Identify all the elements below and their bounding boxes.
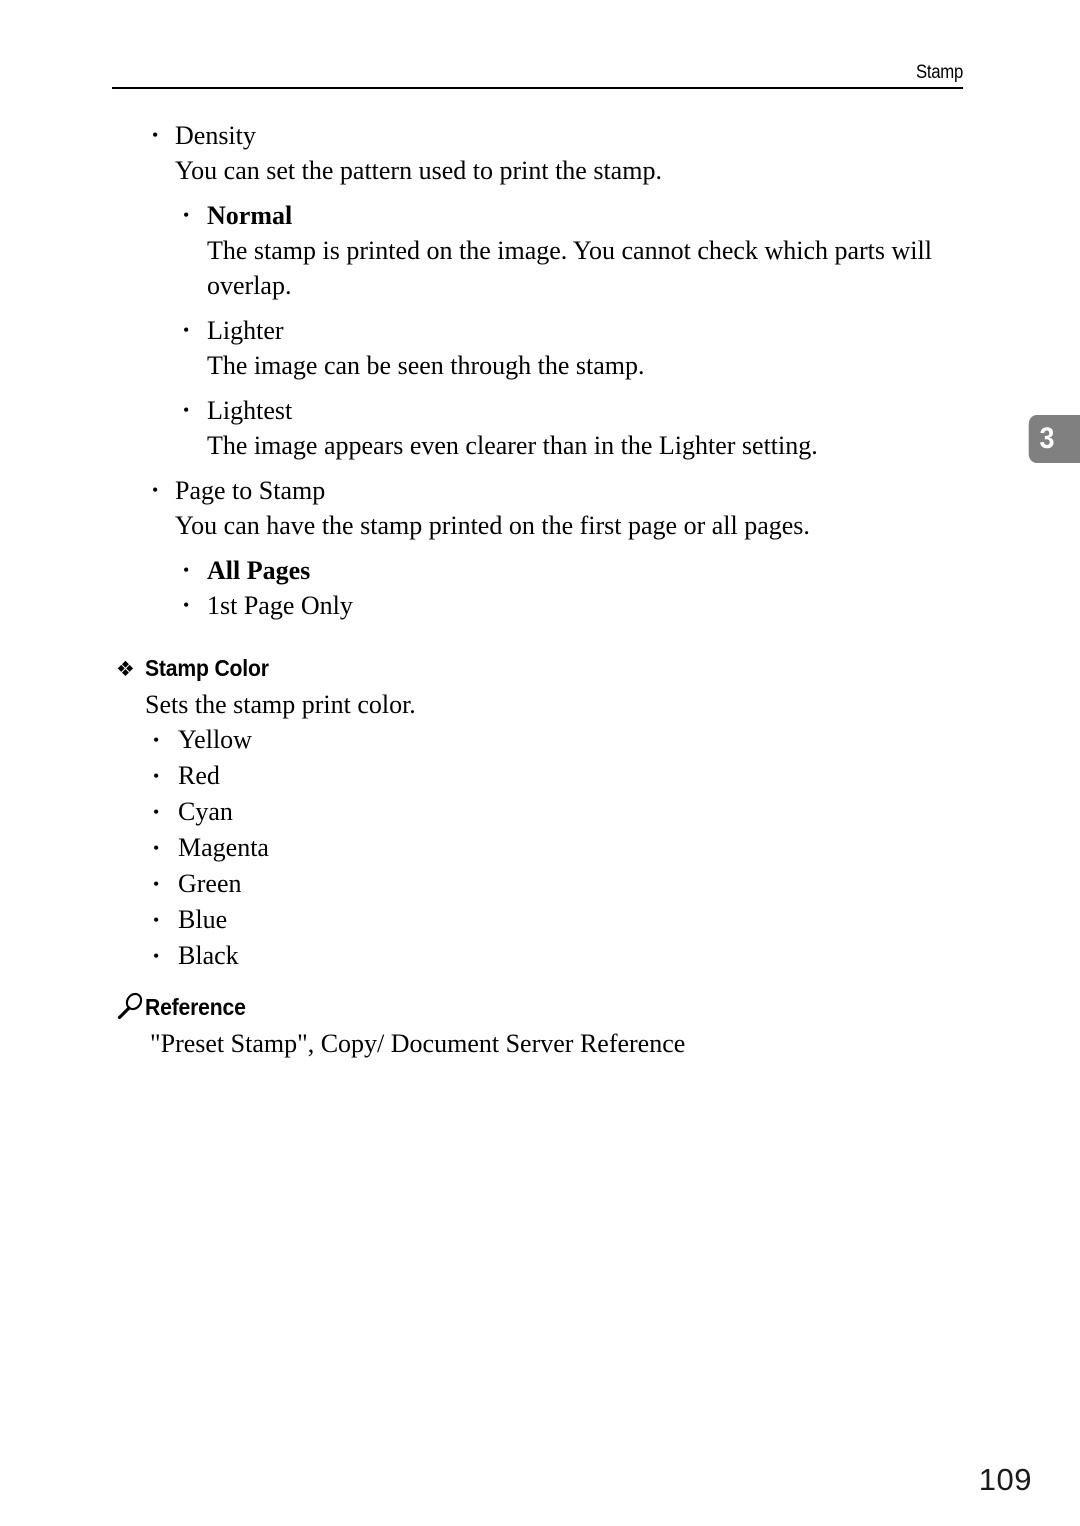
bullet-icon: • xyxy=(183,320,190,340)
bullet-icon: • xyxy=(153,802,160,822)
bullet-icon: • xyxy=(153,766,160,786)
stamp-color-heading: Stamp Color xyxy=(145,655,269,681)
color-label: Cyan xyxy=(178,797,233,826)
bullet-icon: • xyxy=(153,874,160,894)
list-item-all-pages: • All Pages xyxy=(112,553,972,588)
magnifier-icon xyxy=(115,992,145,1022)
density-description: You can set the pattern used to print th… xyxy=(175,156,662,185)
list-item-color: • Black xyxy=(112,938,972,974)
bullet-icon: • xyxy=(183,560,190,580)
reference-heading: Reference xyxy=(112,992,972,1026)
bullet-icon: • xyxy=(183,595,190,615)
all-pages-label: All Pages xyxy=(207,556,311,585)
list-item-color: • Blue xyxy=(112,902,972,938)
list-item-lighter: • Lighter xyxy=(112,313,972,348)
page-number: 109 xyxy=(978,1462,1032,1497)
page-to-stamp-description: You can have the stamp printed on the fi… xyxy=(175,511,810,540)
list-item-color: • Magenta xyxy=(112,830,972,866)
lightest-description: The image appears even clearer than in t… xyxy=(207,431,818,460)
page-content: • Density You can set the pattern used t… xyxy=(112,118,972,1061)
list-item-lightest: • Lightest xyxy=(112,393,972,428)
color-label: Green xyxy=(178,869,242,898)
color-label: Black xyxy=(178,941,239,970)
list-item-color: • Cyan xyxy=(112,794,972,830)
bullet-icon: • xyxy=(153,910,160,930)
page-to-stamp-label: Page to Stamp xyxy=(175,476,326,505)
list-item-density: • Density xyxy=(112,118,972,153)
first-page-only-label: 1st Page Only xyxy=(207,591,353,620)
chapter-tab-marker: 3 xyxy=(1028,415,1080,463)
list-item-color: • Yellow xyxy=(112,722,972,758)
bullet-icon: • xyxy=(153,730,160,750)
bullet-icon: • xyxy=(152,480,159,500)
header-divider-rule xyxy=(112,87,963,89)
color-label: Red xyxy=(178,761,220,790)
lighter-label: Lighter xyxy=(207,316,284,345)
lighter-description: The image can be seen through the stamp. xyxy=(207,351,645,380)
header-title: Stamp xyxy=(915,62,963,83)
bullet-icon: • xyxy=(183,205,190,225)
list-item-normal: • Normal xyxy=(112,198,972,233)
list-item-color: • Red xyxy=(112,758,972,794)
bullet-icon: • xyxy=(183,400,190,420)
document-page: Stamp 3 • Density You can set the patter… xyxy=(0,0,1080,1526)
bullet-icon: • xyxy=(153,838,160,858)
bullet-icon: • xyxy=(152,125,159,145)
color-label: Magenta xyxy=(178,833,269,862)
list-item-1st-page-only: • 1st Page Only xyxy=(112,588,972,623)
list-item-color: • Green xyxy=(112,866,972,902)
bullet-icon: • xyxy=(153,946,160,966)
reference-text: "Preset Stamp", Copy/ Document Server Re… xyxy=(150,1029,686,1058)
color-label: Blue xyxy=(178,905,228,934)
normal-label: Normal xyxy=(207,201,293,230)
density-label: Density xyxy=(175,121,256,150)
reference-title: Reference xyxy=(145,994,246,1020)
stamp-color-description: Sets the stamp print color. xyxy=(145,690,416,719)
section-heading-stamp-color: ❖ Stamp Color xyxy=(112,653,972,683)
list-item-page-to-stamp: • Page to Stamp xyxy=(112,473,972,508)
color-label: Yellow xyxy=(178,725,252,754)
normal-description: The stamp is printed on the image. You c… xyxy=(207,236,932,300)
diamond-bullet-icon: ❖ xyxy=(116,657,135,681)
lightest-label: Lightest xyxy=(207,396,293,425)
running-header: Stamp xyxy=(112,62,963,89)
